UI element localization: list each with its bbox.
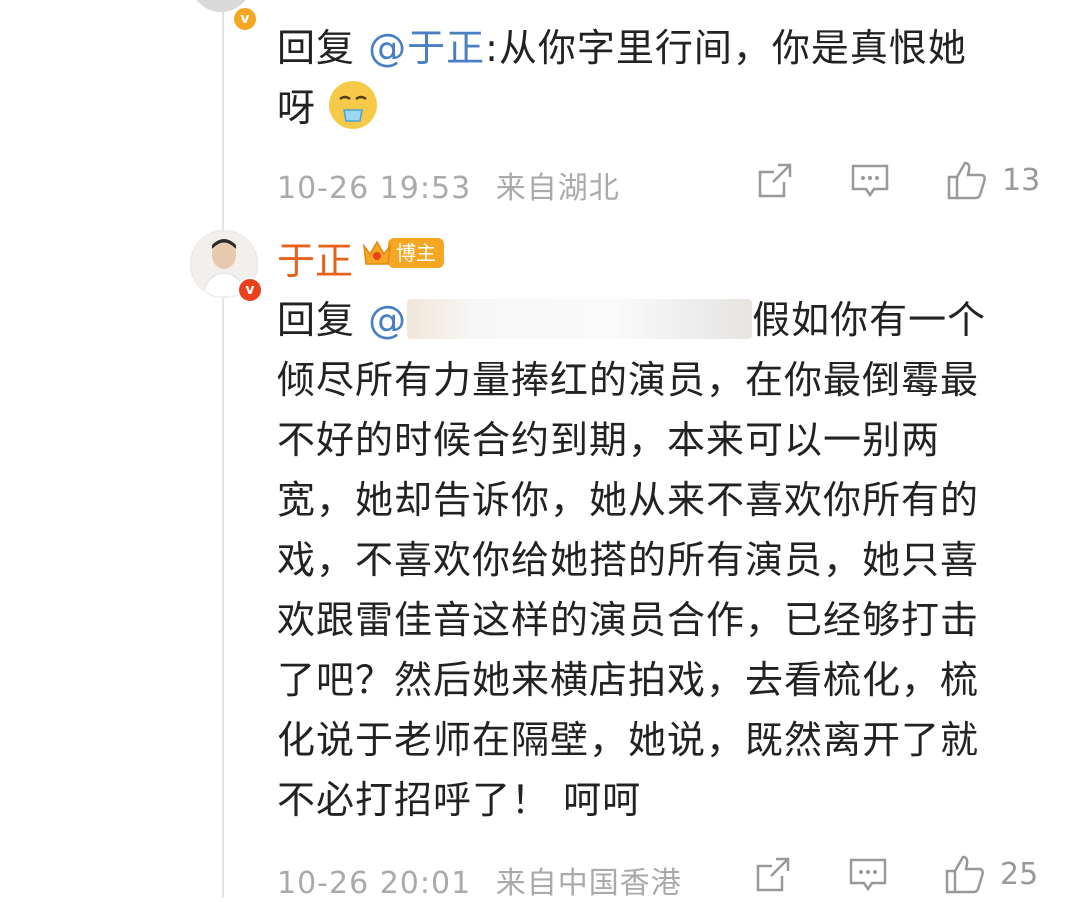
thread-line: [222, 0, 224, 898]
comment-text-line: 戏，不喜欢你给她搭的所有演员，她只喜: [277, 538, 980, 582]
mention-link[interactable]: @于正: [368, 26, 485, 70]
share-icon: [758, 163, 792, 198]
comment-text-line: 假如你有一个: [752, 298, 987, 342]
comment-text-line: 不好的时候合约到期，本来可以一别两: [277, 418, 941, 462]
comment-text-line: 化说于老师在隔壁，她说，既然离开了就: [277, 718, 980, 762]
verified-badge-icon: v: [237, 277, 263, 303]
crown-icon: [360, 236, 394, 270]
redacted-username: [407, 299, 753, 339]
comment-text-line: 倾尽所有力量捧红的演员，在你最倒霉最: [277, 358, 980, 402]
share-button[interactable]: [754, 856, 792, 894]
like-button[interactable]: 25: [944, 854, 1038, 894]
comment-text-line: 了吧？然后她来横店拍戏，去看梳化，梳: [277, 658, 980, 702]
like-button[interactable]: 13: [946, 160, 1040, 200]
thumbs-up-icon: [945, 855, 984, 894]
comment-icon: [849, 858, 887, 892]
reply-prefix: 回复: [277, 298, 356, 342]
avatar[interactable]: v: [190, 230, 263, 303]
comment-meta: 10-26 19:53 来自湖北: [277, 163, 620, 207]
thumbs-up-icon: [947, 161, 986, 200]
like-count: 13: [1002, 162, 1041, 198]
comment-button[interactable]: [848, 856, 888, 894]
comment-icon: [851, 164, 889, 198]
timestamp: 10-26 20:01: [277, 866, 472, 901]
face-with-steam-emoji: [329, 81, 378, 129]
comment-button[interactable]: [850, 162, 890, 200]
timestamp: 10-26 19:53: [277, 171, 472, 206]
comment-text-line2: 呀: [277, 86, 317, 130]
mention-link[interactable]: @: [368, 298, 407, 342]
location: 来自中国香港: [495, 866, 682, 901]
like-count: 25: [1000, 856, 1039, 892]
comment-body: 回复 @ 假如你有一个 倾尽所有力量捧红的演员，在你最倒霉最 不好的时候合约到期，…: [277, 290, 1047, 830]
location: 来自湖北: [495, 171, 620, 206]
comment-meta: 10-26 20:01 来自中国香港: [277, 858, 682, 902]
comment-text-line: 不必打招呼了！ 呵呵: [277, 778, 642, 822]
blogger-badge: 博主: [360, 236, 444, 270]
share-icon: [756, 857, 790, 892]
comment-text-line: 宽，她却告诉你，她从来不喜欢你所有的: [277, 478, 980, 522]
comment-text-line: 欢跟雷佳音这样的演员合作，已经够打击: [277, 598, 980, 642]
reply-prefix: 回复: [277, 26, 356, 70]
share-button[interactable]: [756, 162, 794, 200]
verified-badge-icon: v: [232, 6, 258, 32]
avatar[interactable]: v: [190, 0, 258, 32]
comment-text: :从你字里行间，你是真恨她: [485, 26, 967, 70]
comment-body: 回复 @于正:从你字里行间，你是真恨她 呀: [277, 18, 1047, 138]
badge-label: 博主: [388, 238, 444, 268]
username[interactable]: 于正: [277, 230, 353, 285]
